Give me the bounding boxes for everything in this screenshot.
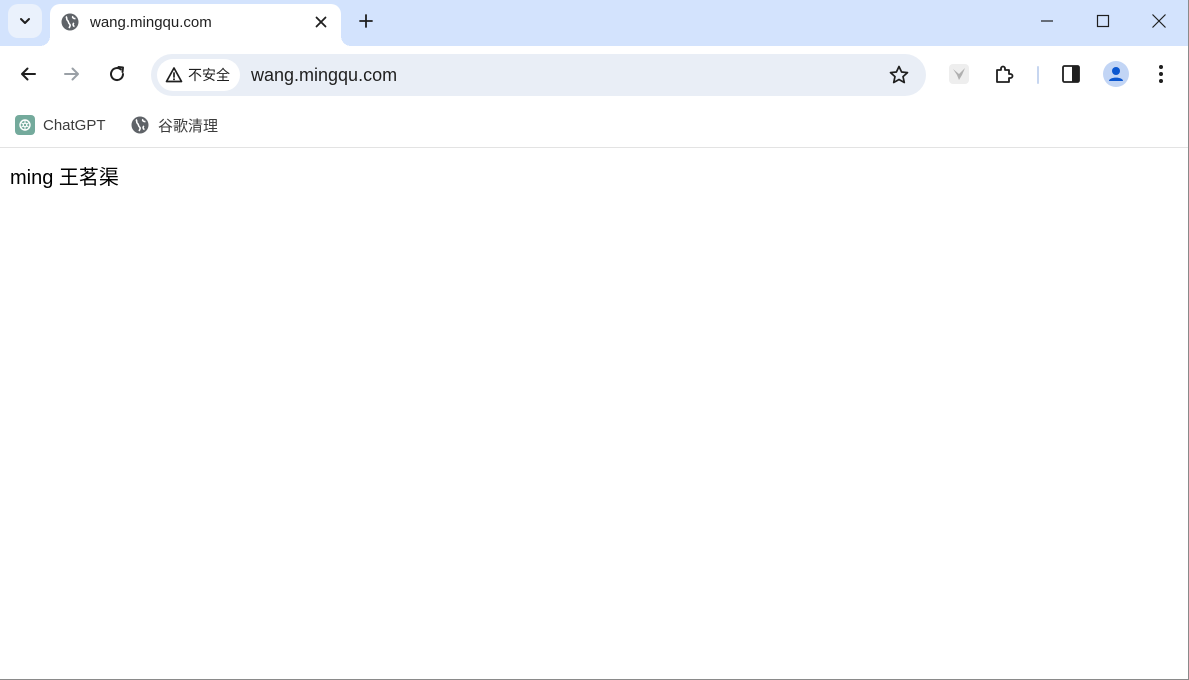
plus-icon <box>358 13 374 29</box>
reload-icon <box>107 64 127 84</box>
bookmark-google-clean[interactable]: 谷歌清理 <box>130 111 218 139</box>
browser-window: wang.mingqu.com 不安全 wang.mingqu.com Chat… <box>0 0 1189 680</box>
globe-icon <box>130 115 150 135</box>
page-text: ming 王茗渠 <box>10 167 119 189</box>
tab-close-button[interactable] <box>309 10 333 34</box>
bookmark-star-button[interactable] <box>886 62 912 88</box>
arrow-left-icon <box>18 64 38 84</box>
reload-button[interactable] <box>101 58 133 90</box>
new-tab-button[interactable] <box>352 7 380 35</box>
side-panel-button[interactable] <box>1055 58 1087 90</box>
tab-strip: wang.mingqu.com <box>0 0 1188 46</box>
bookmarks-bar: ChatGPT 谷歌清理 <box>0 102 1188 148</box>
extensions-button[interactable] <box>989 58 1021 90</box>
url-text[interactable]: wang.mingqu.com <box>251 65 397 86</box>
chevron-down-icon <box>18 14 32 28</box>
bookmark-chatgpt[interactable]: ChatGPT <box>15 111 106 139</box>
close-icon <box>1151 13 1167 29</box>
close-icon <box>315 16 327 28</box>
avatar-icon <box>1103 61 1129 87</box>
back-button[interactable] <box>12 58 44 90</box>
maximize-button[interactable] <box>1075 0 1131 42</box>
security-chip[interactable]: 不安全 <box>157 59 240 91</box>
address-bar[interactable]: 不安全 wang.mingqu.com <box>151 54 926 96</box>
tab-search-button[interactable] <box>8 4 42 38</box>
forward-button[interactable] <box>56 58 88 90</box>
arrow-right-icon <box>62 64 82 84</box>
security-label: 不安全 <box>188 67 230 83</box>
star-icon <box>888 64 910 86</box>
extension-button[interactable] <box>943 58 975 90</box>
warning-icon <box>165 66 183 84</box>
minimize-icon <box>1040 14 1054 28</box>
maximize-icon <box>1096 14 1110 28</box>
window-close-button[interactable] <box>1131 0 1187 42</box>
menu-button[interactable] <box>1145 58 1177 90</box>
bookmark-label: 谷歌清理 <box>158 117 219 135</box>
tab-title: wang.mingqu.com <box>90 14 212 31</box>
page-content: ming 王茗渠 <box>0 148 1188 679</box>
globe-icon <box>60 12 80 32</box>
bookmark-label: ChatGPT <box>43 116 106 134</box>
profile-button[interactable] <box>1100 58 1132 90</box>
puzzle-icon <box>994 63 1016 85</box>
side-panel-icon <box>1061 64 1081 84</box>
more-vert-icon <box>1158 64 1164 84</box>
tab-active[interactable]: wang.mingqu.com <box>40 4 351 46</box>
toolbar: 不安全 wang.mingqu.com <box>0 46 1188 102</box>
chatgpt-icon <box>15 115 35 135</box>
toolbar-separator <box>1037 66 1039 84</box>
bird-extension-icon <box>948 63 970 85</box>
minimize-button[interactable] <box>1019 0 1075 42</box>
